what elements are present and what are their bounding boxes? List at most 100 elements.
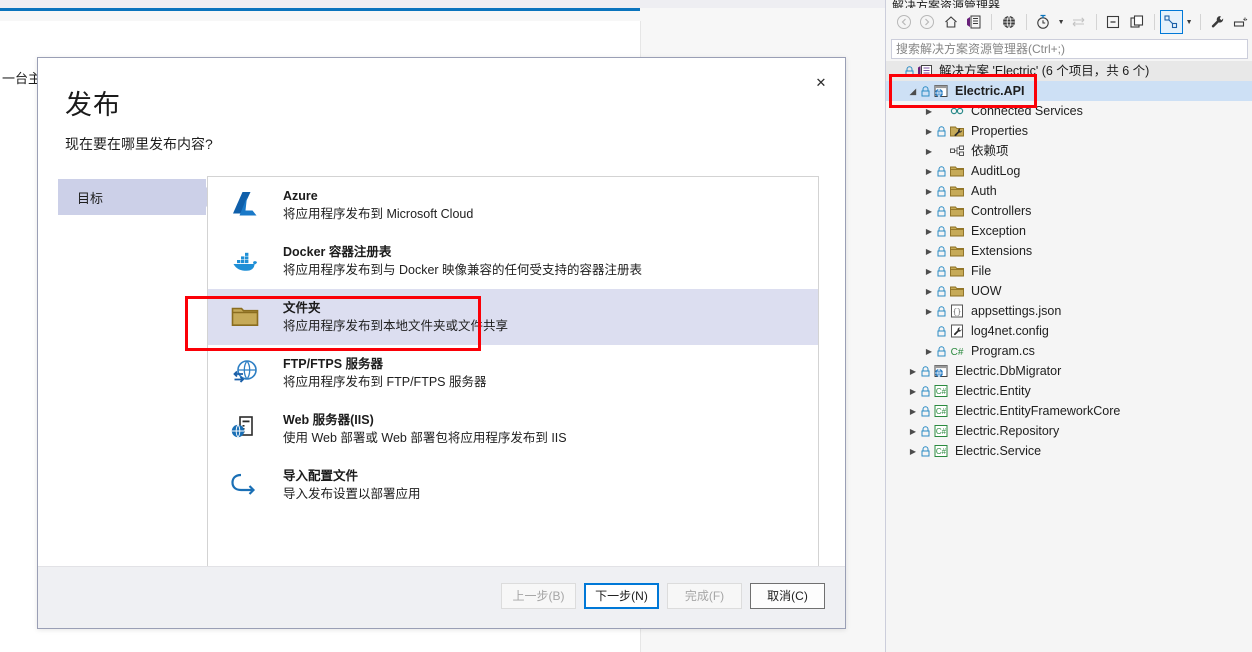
tree-item-label: 解决方案 'Electric' (6 个项目，共 6 个) <box>939 61 1149 81</box>
folder-icon <box>947 283 967 299</box>
expand-triangle-icon[interactable]: ▶ <box>922 307 936 316</box>
expand-triangle-icon[interactable]: ▶ <box>922 287 936 296</box>
expand-triangle-icon[interactable]: ▶ <box>922 167 936 176</box>
tree-item[interactable]: ▶C#Electric.Service <box>886 441 1252 461</box>
solution-icon <box>915 63 935 79</box>
publish-option-3[interactable]: 文件夹将应用程序发布到本地文件夹或文件共享 <box>208 289 818 345</box>
chevron-down-icon[interactable]: ▼ <box>1055 10 1067 34</box>
svg-text:C#: C# <box>936 387 947 396</box>
folder-icon <box>225 297 265 337</box>
properties-icon[interactable] <box>1160 10 1184 34</box>
tree-item[interactable]: ▶C#Electric.EntityFrameworkCore <box>886 401 1252 421</box>
dialog-footer: 上一步(B) 下一步(N) 完成(F) 取消(C) <box>38 566 845 628</box>
wrench-icon[interactable] <box>1206 10 1230 34</box>
tree-item-label: 依赖项 <box>971 141 1009 161</box>
connected-services-icon <box>947 103 967 119</box>
back-button[interactable]: 上一步(B) <box>501 583 576 609</box>
collapse-all-icon[interactable] <box>1102 10 1126 34</box>
home-icon[interactable] <box>939 10 963 34</box>
svg-text:C#: C# <box>936 427 947 436</box>
lock-icon <box>920 446 931 457</box>
expand-triangle-icon[interactable]: ▶ <box>922 107 936 116</box>
tree-item[interactable]: ▶Connected Services <box>886 101 1252 121</box>
cancel-button[interactable]: 取消(C) <box>750 583 825 609</box>
tree-item[interactable]: ▶Controllers <box>886 201 1252 221</box>
tree-item[interactable]: ▶Electric.DbMigrator <box>886 361 1252 381</box>
expand-triangle-icon[interactable]: ▶ <box>922 187 936 196</box>
tree-item[interactable]: ◢Electric.API <box>886 81 1252 101</box>
json-file-icon: {} <box>947 303 967 319</box>
preview-selected-items-icon[interactable] <box>1230 10 1252 34</box>
search-input[interactable] <box>891 39 1248 59</box>
tree-item[interactable]: ▶ Extensions <box>886 241 1252 261</box>
publish-option-4[interactable]: FTP/FTPS 服务器将应用程序发布到 FTP/FTPS 服务器 <box>208 345 818 401</box>
tree-item[interactable]: log4net.config <box>886 321 1252 341</box>
tree-item[interactable]: 解决方案 'Electric' (6 个项目，共 6 个) <box>886 61 1252 81</box>
tree-item[interactable]: ▶ C# Electric.Entity <box>886 381 1252 401</box>
publish-option-2[interactable]: Docker 容器注册表将应用程序发布到与 Docker 映像兼容的任何受支持的… <box>208 233 818 289</box>
lock-icon <box>936 226 947 237</box>
expand-triangle-icon[interactable]: ▶ <box>906 407 920 416</box>
expand-triangle-icon[interactable]: ▶ <box>906 427 920 436</box>
show-all-files-icon[interactable] <box>1125 10 1149 34</box>
tree-item[interactable]: ▶C#Program.cs <box>886 341 1252 361</box>
expand-triangle-icon[interactable]: ▶ <box>922 207 936 216</box>
solution-explorer-title: 解决方案资源管理器 <box>886 0 1252 8</box>
expand-triangle-icon[interactable]: ▶ <box>922 127 936 136</box>
lock-icon <box>936 206 947 217</box>
step-tab-label: 目标 <box>77 188 103 207</box>
publish-option-title: Docker 容器注册表 <box>283 244 642 260</box>
chevron-down-icon[interactable]: ▼ <box>1183 10 1195 34</box>
finish-button[interactable]: 完成(F) <box>667 583 742 609</box>
tree-item[interactable]: ▶Auth <box>886 181 1252 201</box>
publish-dialog: ✕ 发布 现在要在哪里发布内容? 目标 Azure将应用程序发布到 Micros… <box>37 57 846 629</box>
tree-item-label: UOW <box>971 281 1002 301</box>
lock-icon <box>936 126 947 137</box>
next-button[interactable]: 下一步(N) <box>584 583 659 609</box>
tree-item[interactable]: ▶C#Electric.Repository <box>886 421 1252 441</box>
expand-triangle-icon[interactable]: ▶ <box>906 387 920 396</box>
svg-text:C#: C# <box>936 447 947 456</box>
expand-triangle-icon[interactable]: ▶ <box>922 147 936 156</box>
lock-icon <box>936 306 947 317</box>
tree-item[interactable]: ▶ UOW <box>886 281 1252 301</box>
close-icon[interactable]: ✕ <box>803 68 839 96</box>
toolbar-separator <box>991 14 992 30</box>
tree-item-label: Extensions <box>971 241 1032 261</box>
folder-icon <box>947 183 967 199</box>
publish-option-6[interactable]: 导入配置文件导入发布设置以部署应用 <box>208 457 818 513</box>
publish-option-5[interactable]: Web 服务器(IIS)使用 Web 部署或 Web 部署包将应用程序发布到 I… <box>208 401 818 457</box>
publish-option-1[interactable]: Azure将应用程序发布到 Microsoft Cloud <box>208 177 818 233</box>
back-icon[interactable] <box>892 10 916 34</box>
tree-item-label: Electric.Entity <box>955 381 1031 401</box>
tree-item[interactable]: ▶Properties <box>886 121 1252 141</box>
lock-icon <box>936 166 947 177</box>
toolbar-separator <box>1200 14 1201 30</box>
tree-item[interactable]: ▶ 依赖项 <box>886 141 1252 161</box>
globe-icon[interactable] <box>997 10 1021 34</box>
expand-triangle-icon[interactable]: ▶ <box>922 247 936 256</box>
publish-option-text: Docker 容器注册表将应用程序发布到与 Docker 映像兼容的任何受支持的… <box>283 244 642 279</box>
tree-item[interactable]: ▶File <box>886 261 1252 281</box>
web-project-icon <box>931 363 951 379</box>
expand-triangle-icon[interactable]: ▶ <box>906 447 920 456</box>
tree-item[interactable]: ▶AuditLog <box>886 161 1252 181</box>
tree-item-label: Exception <box>971 221 1026 241</box>
solution-tree: 解决方案 'Electric' (6 个项目，共 6 个)◢Electric.A… <box>886 61 1252 652</box>
step-tab-target[interactable]: 目标 <box>58 179 206 215</box>
expand-triangle-icon[interactable]: ▶ <box>906 367 920 376</box>
sync-icon[interactable] <box>1067 10 1091 34</box>
tree-item[interactable]: ▶{}appsettings.json <box>886 301 1252 321</box>
dialog-title: 发布 <box>65 92 121 119</box>
lock-icon <box>936 286 947 297</box>
expand-triangle-icon[interactable]: ▶ <box>922 227 936 236</box>
vs-solution-icon[interactable] <box>963 10 987 34</box>
tree-item[interactable]: ▶ Exception <box>886 221 1252 241</box>
forward-icon[interactable] <box>916 10 940 34</box>
expand-triangle-icon[interactable]: ▶ <box>922 267 936 276</box>
pending-changes-icon[interactable] <box>1032 10 1056 34</box>
collapse-triangle-icon[interactable]: ◢ <box>906 87 920 96</box>
expand-triangle-icon[interactable]: ▶ <box>922 347 936 356</box>
folder-icon <box>947 243 967 259</box>
toolbar-separator <box>1154 14 1155 30</box>
